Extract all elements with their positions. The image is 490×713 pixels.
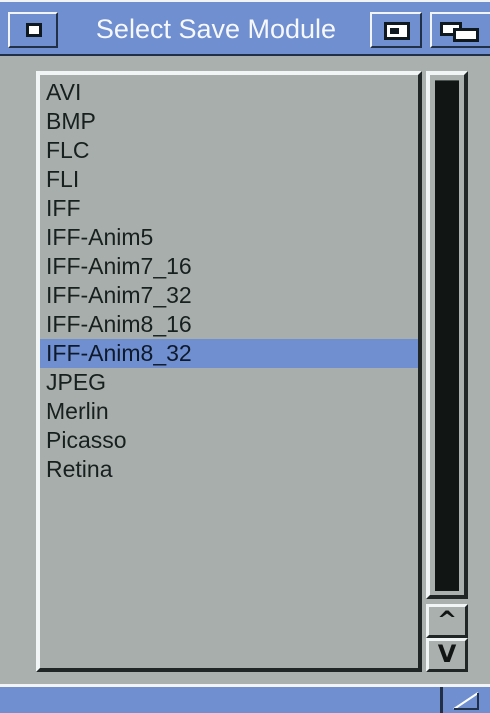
window-title: Select Save Module xyxy=(95,14,337,44)
scroll-down-button[interactable]: V xyxy=(426,638,468,672)
list-item[interactable]: IFF xyxy=(40,194,418,223)
list-item[interactable]: Retina xyxy=(40,455,418,484)
list-item[interactable]: FLI xyxy=(40,165,418,194)
list-item[interactable]: IFF-Anim7_16 xyxy=(40,252,418,281)
resize-button[interactable] xyxy=(448,691,482,711)
scrollbar-track[interactable] xyxy=(426,71,468,599)
status-divider xyxy=(440,687,443,713)
selected-list-item[interactable]: IFF-Anim8_32 xyxy=(40,339,418,368)
list-item[interactable]: IFF-Anim7_32 xyxy=(40,281,418,310)
save-module-list[interactable]: AVI BMP FLC FLI IFF IFF-Anim5 IFF-Anim7_… xyxy=(36,71,422,672)
list-item[interactable]: BMP xyxy=(40,107,418,136)
zoom-icon-inner xyxy=(390,28,399,34)
depth-icon-front xyxy=(453,28,479,42)
arrow-up-icon: ^ xyxy=(436,606,458,634)
zoom-window-button[interactable] xyxy=(370,12,422,48)
scroll-up-button[interactable]: ^ xyxy=(426,604,468,638)
zoom-icon xyxy=(384,22,410,40)
close-window-button[interactable] xyxy=(8,12,58,48)
list-item[interactable]: Merlin xyxy=(40,397,418,426)
title-bar[interactable]: Select Save Module xyxy=(0,0,490,56)
list-item[interactable]: AVI xyxy=(40,78,418,107)
scrollbar-thumb[interactable] xyxy=(435,80,459,591)
list-item[interactable]: IFF-Anim5 xyxy=(40,223,418,252)
resize-icon xyxy=(453,692,479,710)
depth-window-button[interactable] xyxy=(430,12,490,48)
list-item[interactable]: JPEG xyxy=(40,368,418,397)
select-save-module-window: Select Save Module AVI BMP FLC FLI IFF I… xyxy=(0,0,490,713)
bottom-window-bar xyxy=(0,684,490,713)
list-item[interactable]: IFF-Anim8_16 xyxy=(40,310,418,339)
list-item[interactable]: Picasso xyxy=(40,426,418,455)
vertical-scrollbar[interactable]: ^ V xyxy=(422,71,472,672)
module-selection-content: AVI BMP FLC FLI IFF IFF-Anim5 IFF-Anim7_… xyxy=(0,56,490,684)
arrow-down-icon: V xyxy=(437,640,457,668)
close-icon xyxy=(26,23,42,37)
list-item[interactable]: FLC xyxy=(40,136,418,165)
